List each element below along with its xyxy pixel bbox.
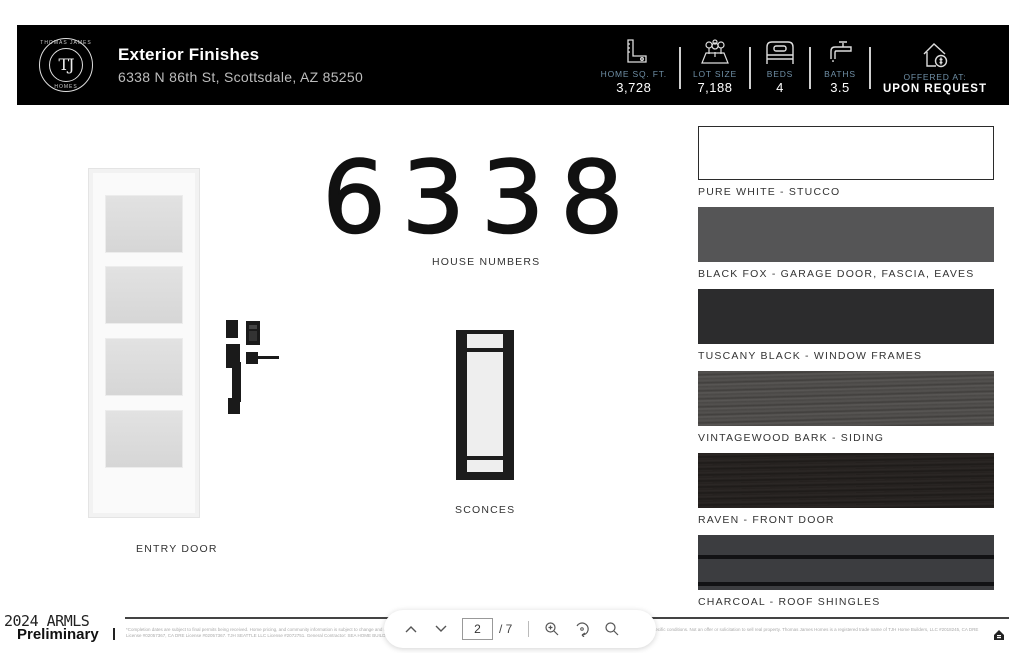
- property-stats: HOME SQ. FT. 3,728 LOT SIZE 7,188 BEDS 4: [589, 37, 999, 95]
- toolbar-separator: [528, 621, 530, 637]
- stat-offered-at: OFFERED AT: UPON REQUEST: [871, 37, 999, 95]
- faucet-icon: [830, 41, 852, 63]
- stat-beds: BEDS 4: [751, 37, 809, 95]
- shingle-row: [698, 582, 994, 586]
- house-numbers-image: 6 3 3 8: [321, 139, 632, 256]
- property-address: 6338 N 86th St, Scottsdale, AZ 85250: [118, 69, 364, 85]
- logo-monogram: TJ: [49, 48, 83, 82]
- swatch-label: RAVEN - FRONT DOOR: [698, 514, 835, 526]
- stat-home-sqft: HOME SQ. FT. 3,728: [589, 37, 679, 95]
- stat-value: 3.5: [830, 80, 850, 95]
- sconces-caption: SCONCES: [455, 504, 516, 516]
- swatch-vintagewood-bark: [698, 371, 994, 426]
- watermark-bar: [113, 628, 115, 640]
- house-numbers-caption: HOUSE NUMBERS: [432, 256, 541, 268]
- lot-map-icon: [701, 39, 729, 64]
- logo-brand-bottom: HOMES: [54, 84, 78, 90]
- page-header: THOMAS JAMES TJ HOMES Exterior Finishes …: [17, 25, 1009, 105]
- swatch-label: BLACK FOX - GARAGE DOOR, FASCIA, EAVES: [698, 268, 975, 280]
- swatch-black-fox: [698, 207, 994, 262]
- search-icon: [605, 622, 619, 636]
- zoom-in-button[interactable]: [537, 615, 567, 643]
- swatch-label: TUSCANY BLACK - WINDOW FRAMES: [698, 350, 923, 362]
- pdf-toolbar: / 7: [384, 610, 656, 648]
- swatch-raven: [698, 453, 994, 508]
- stat-lot-size: LOT SIZE 7,188: [681, 37, 749, 95]
- swatch-pure-white: [698, 126, 994, 180]
- swatch-label: VINTAGEWOOD BARK - SIDING: [698, 432, 885, 444]
- door-glass-pane: [105, 266, 183, 324]
- search-button[interactable]: [597, 615, 627, 643]
- chevron-up-icon: [405, 626, 417, 633]
- door-handle-set-image: [226, 320, 279, 414]
- door-glass-pane: [105, 195, 183, 253]
- stat-label: HOME SQ. FT.: [600, 69, 667, 79]
- swatch-label: PURE WHITE - STUCCO: [698, 186, 841, 198]
- equal-housing-icon: [994, 630, 1004, 640]
- color-swatch-list: PURE WHITE - STUCCO BLACK FOX - GARAGE D…: [698, 126, 996, 617]
- watermark-preliminary: Preliminary: [17, 626, 99, 643]
- chevron-down-icon: [435, 625, 447, 632]
- swatch-charcoal: [698, 535, 994, 590]
- entry-door-caption: ENTRY DOOR: [136, 543, 218, 555]
- house-number-digit: 6: [321, 139, 394, 256]
- swatch-tuscany-black: [698, 289, 994, 344]
- stat-label: BEDS: [766, 69, 794, 79]
- brand-logo: THOMAS JAMES TJ HOMES: [39, 38, 93, 92]
- bed-icon: [766, 41, 794, 64]
- stat-label: BATHS: [824, 69, 856, 79]
- shingle-row: [698, 555, 994, 559]
- house-number-digit: 3: [480, 139, 553, 256]
- rotate-button[interactable]: [567, 615, 597, 643]
- logo-brand-top: THOMAS JAMES: [40, 40, 92, 46]
- house-dollar-icon: [923, 43, 948, 68]
- page-total: / 7: [499, 622, 513, 636]
- previous-page-button[interactable]: [396, 615, 426, 643]
- stat-value: 4: [776, 80, 784, 95]
- rotate-icon: [576, 622, 590, 637]
- next-page-button[interactable]: [426, 615, 456, 643]
- sconce-image: [456, 330, 514, 480]
- stat-value: 7,188: [697, 80, 733, 95]
- stat-value: UPON REQUEST: [882, 83, 987, 95]
- swatch-label: CHARCOAL - ROOF SHINGLES: [698, 596, 881, 608]
- ruler-square-icon: [627, 39, 647, 63]
- door-glass-pane: [105, 338, 183, 396]
- page-number-input[interactable]: [462, 618, 493, 640]
- house-number-digit: 3: [401, 139, 474, 256]
- zoom-in-icon: [545, 622, 559, 636]
- house-number-digit: 8: [559, 139, 632, 256]
- page-title: Exterior Finishes: [118, 45, 260, 64]
- stat-baths: BATHS 3.5: [811, 37, 869, 95]
- stat-label: LOT SIZE: [692, 69, 737, 79]
- stat-label: OFFERED AT:: [903, 72, 967, 82]
- door-glass-pane: [105, 410, 183, 468]
- entry-door-image: [88, 168, 200, 518]
- stat-value: 3,728: [616, 80, 652, 95]
